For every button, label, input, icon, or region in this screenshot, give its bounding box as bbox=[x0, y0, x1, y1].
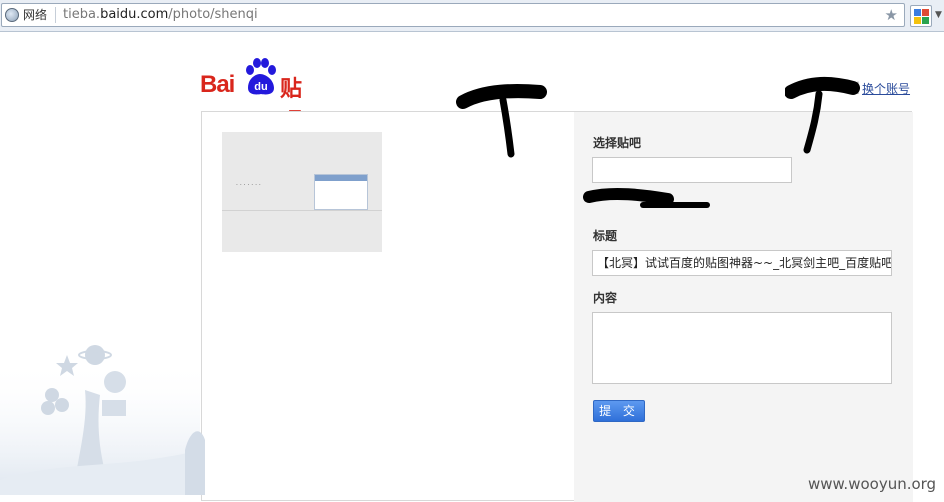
censor-scribble bbox=[583, 187, 710, 208]
title-input[interactable]: 【北冥】试试百度的贴图神器~~_北冥剑主吧_百度贴吧 bbox=[592, 250, 892, 276]
switch-account-link[interactable]: 换个账号 bbox=[862, 80, 910, 97]
thumbnail-caption: · · · · · · · bbox=[236, 182, 261, 189]
network-label: 网络 bbox=[23, 8, 48, 22]
chevron-down-icon[interactable]: ▼ bbox=[935, 10, 942, 20]
select-bar-input[interactable] bbox=[592, 157, 792, 183]
submit-button[interactable]: 提 交 bbox=[593, 400, 645, 422]
logo-du: du bbox=[254, 81, 267, 93]
watermark: www.wooyun.org bbox=[808, 475, 937, 493]
paw-icon: du bbox=[246, 58, 276, 95]
censor-scribble bbox=[785, 76, 860, 154]
logo-bai: Bai bbox=[200, 71, 235, 98]
thumbnail-screenshot bbox=[314, 174, 368, 210]
thumbnail-divider bbox=[222, 210, 382, 211]
address-bar[interactable]: 网络 tieba.baidu.com/photo/shenqi ★ bbox=[1, 3, 905, 27]
content-label: 内容 bbox=[593, 291, 618, 305]
url-text[interactable]: tieba.baidu.com/photo/shenqi bbox=[63, 6, 258, 24]
content-textarea[interactable] bbox=[592, 312, 892, 384]
title-label: 标题 bbox=[593, 229, 618, 243]
image-thumbnail[interactable]: · · · · · · · bbox=[222, 132, 382, 252]
censor-scribble bbox=[456, 84, 547, 158]
bookmark-star-icon[interactable]: ★ bbox=[885, 5, 898, 25]
post-panel: · · · · · · · 选择贴吧 标题 【北冥】试试百度的贴图神器~~_北冥… bbox=[201, 111, 913, 502]
extension-icon[interactable] bbox=[910, 5, 932, 27]
select-bar-label: 选择贴吧 bbox=[593, 136, 642, 150]
globe-icon bbox=[5, 8, 19, 22]
browser-toolbar: 网络 tieba.baidu.com/photo/shenqi ★ ▼ bbox=[0, 0, 944, 32]
address-separator bbox=[55, 7, 56, 23]
